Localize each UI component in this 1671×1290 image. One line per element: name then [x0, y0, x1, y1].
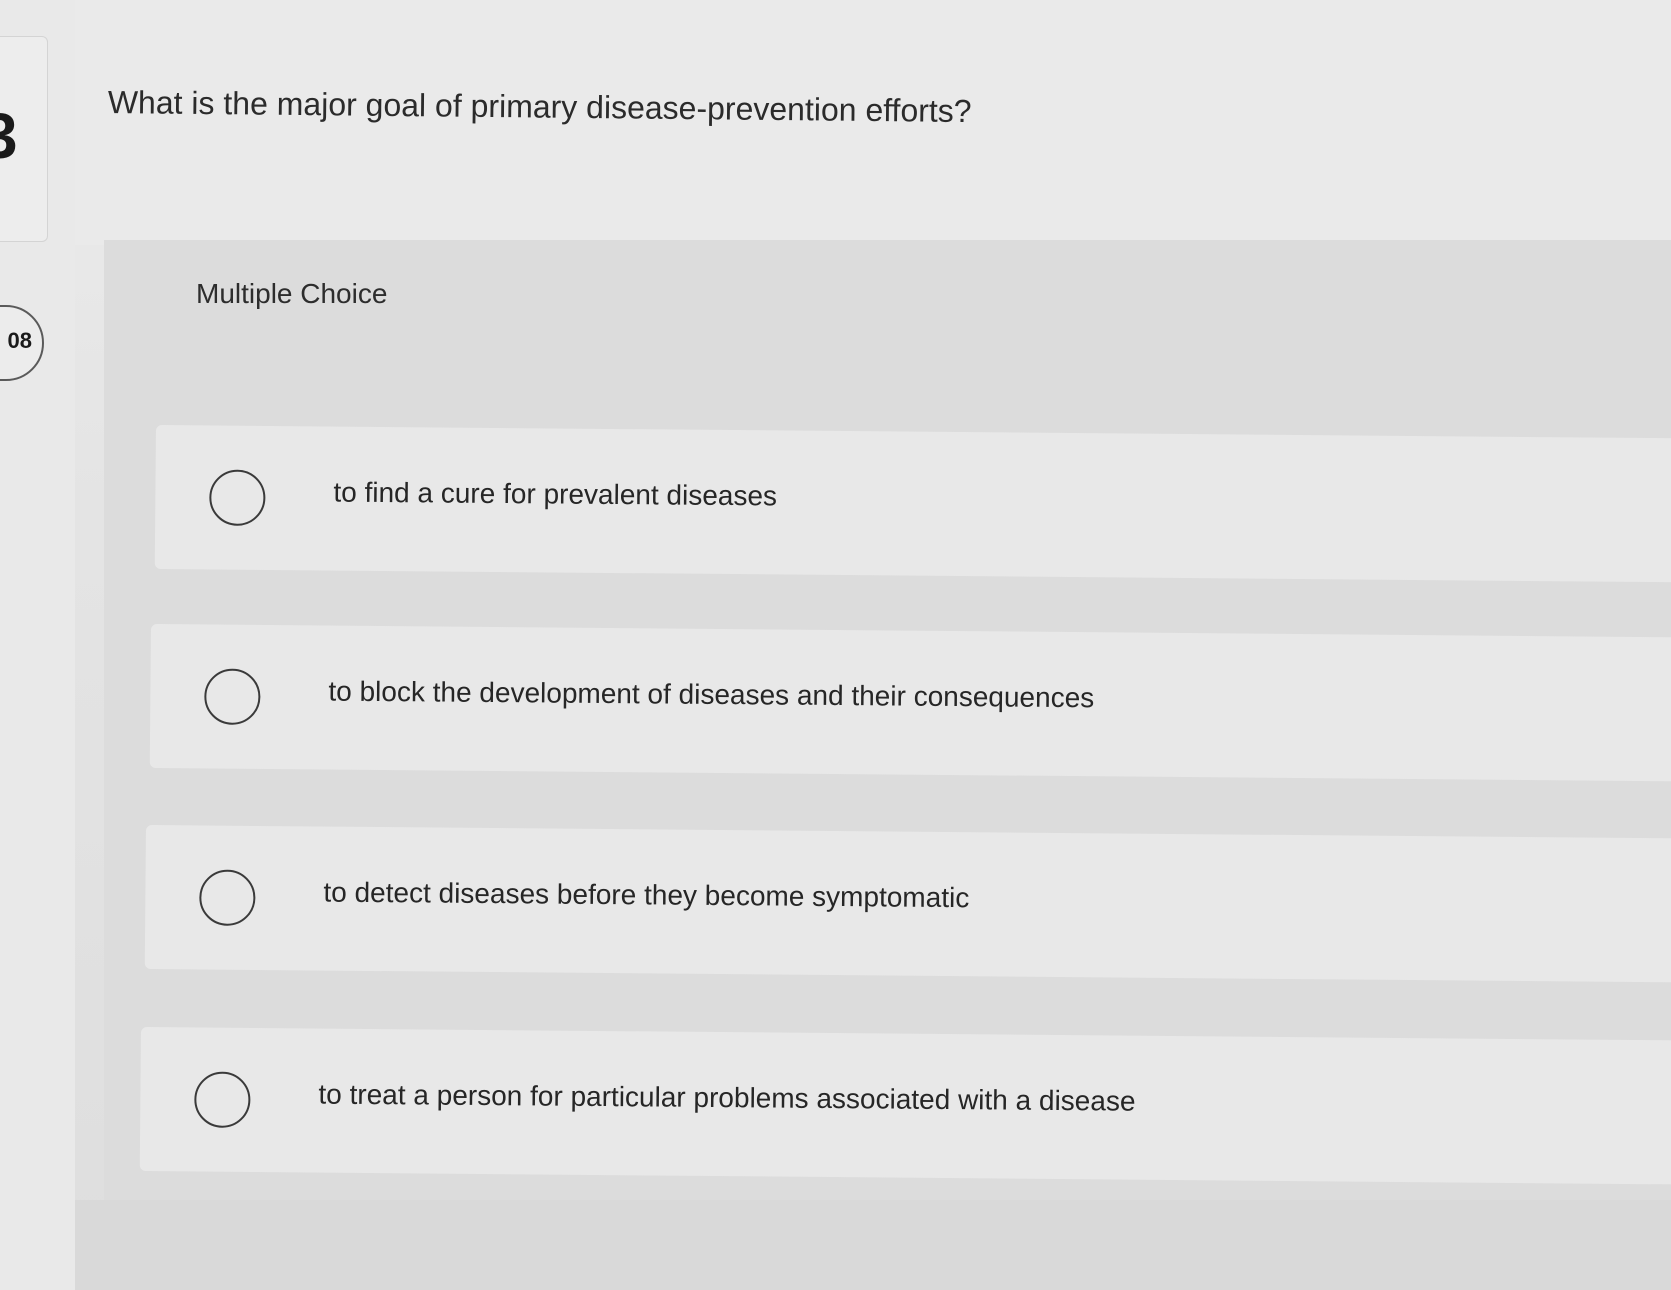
- answer-option-label: to block the development of diseases and…: [328, 675, 1095, 714]
- answer-option-label: to find a cure for prevalent diseases: [333, 476, 778, 512]
- radio-button[interactable]: [199, 869, 256, 926]
- radio-button[interactable]: [209, 469, 266, 526]
- answer-option-1[interactable]: to find a cure for prevalent diseases: [154, 425, 1671, 583]
- bottom-area: [75, 1200, 1671, 1290]
- answer-option-3[interactable]: to detect diseases before they become sy…: [144, 825, 1671, 983]
- question-type-label: Multiple Choice: [196, 278, 388, 309]
- answer-option-2[interactable]: to block the development of diseases and…: [149, 624, 1671, 782]
- radio-button[interactable]: [204, 668, 261, 725]
- question-number-badge[interactable]: 08: [0, 305, 44, 381]
- progress-mark: 3: [0, 100, 18, 172]
- question-nav-strip: 3 08: [0, 0, 75, 1290]
- answer-option-label: to treat a person for particular problem…: [318, 1078, 1136, 1117]
- question-number: 08: [7, 328, 32, 353]
- answer-option-4[interactable]: to treat a person for particular problem…: [139, 1027, 1671, 1185]
- radio-button[interactable]: [194, 1071, 251, 1128]
- answer-option-label: to detect diseases before they become sy…: [323, 876, 970, 914]
